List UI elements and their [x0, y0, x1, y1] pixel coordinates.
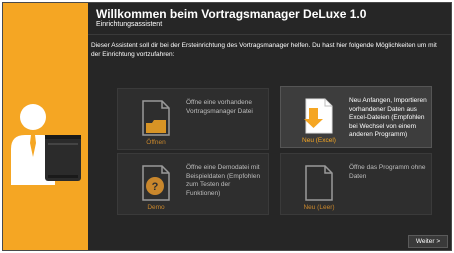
option-description: Öffne das Programm ohne Daten [349, 164, 426, 180]
option-label: Neu (Leer) [303, 204, 335, 211]
import-document-icon [304, 98, 333, 134]
option-demo-tile[interactable]: ? Demo Öffne eine Demodatei mit Beispiel… [117, 153, 269, 215]
option-open-tile[interactable]: Öffnen Öffne eine vorhandene Vortragsman… [117, 88, 269, 150]
setup-wizard-window: Willkommen beim Vortragsmanager DeLuxe 1… [2, 2, 452, 251]
option-label: Öffnen [146, 139, 166, 146]
option-label: Neu (Excel) [302, 137, 336, 144]
wizard-description: Dieser Assistent soll dir bei der Erstei… [91, 42, 437, 58]
option-description: Öffne eine vorhandene Vortragsmanager Da… [186, 99, 253, 115]
help-document-icon: ? [142, 165, 170, 201]
next-button[interactable]: Weiter > [408, 235, 448, 248]
option-label: Demo [147, 204, 165, 211]
wizard-subtitle: Einrichtungsassistent [96, 21, 163, 28]
blank-document-icon [305, 165, 333, 201]
option-new-empty-tile[interactable]: Neu (Leer) Öffne das Programm ohne Daten [280, 153, 432, 215]
wizard-title: Willkommen beim Vortragsmanager DeLuxe 1… [96, 7, 367, 21]
option-description: Neu Anfangen, Importieren vorhandener Da… [349, 97, 427, 138]
svg-text:?: ? [152, 181, 159, 193]
sidebar-accent-panel [3, 3, 88, 250]
header-divider [88, 34, 451, 35]
user-with-book-icon [11, 104, 81, 185]
folder-open-icon [142, 100, 170, 136]
option-description: Öffne eine Demodatei mit Beispieldaten (… [186, 164, 261, 197]
option-new-excel-tile[interactable]: Neu (Excel) Neu Anfangen, Importieren vo… [280, 86, 432, 148]
